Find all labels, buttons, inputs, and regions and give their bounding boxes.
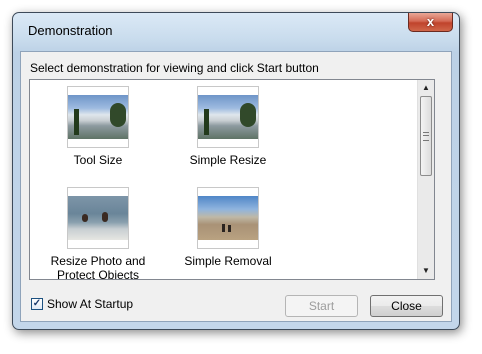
demo-item-simple-removal[interactable]: Simple Removal — [163, 187, 293, 268]
show-at-startup-checkbox[interactable]: ✓ — [31, 298, 43, 310]
window-close-button[interactable]: x — [408, 13, 453, 32]
demo-item-tool-size[interactable]: Tool Size — [33, 86, 163, 167]
demo-label: Simple Removal — [184, 254, 272, 268]
demo-label: Resize Photo and Protect Objects — [50, 254, 146, 280]
dialog-body: Select demonstration for viewing and cli… — [20, 51, 452, 322]
list-scrollbar[interactable]: ▲ ▼ — [417, 80, 434, 279]
window-title: Demonstration — [28, 23, 113, 38]
mountain-lake-thumbnail — [67, 86, 129, 148]
start-button[interactable]: Start — [285, 295, 358, 317]
show-at-startup-option[interactable]: ✓ Show At Startup — [31, 297, 133, 311]
demo-item-simple-resize[interactable]: Simple Resize — [163, 86, 293, 167]
demonstration-dialog: Demonstration x Select demonstration for… — [12, 12, 460, 330]
swimmers-beach-thumbnail — [67, 187, 129, 249]
demo-label: Simple Resize — [189, 153, 267, 167]
close-button[interactable]: Close — [370, 295, 443, 317]
mountain-lake-thumbnail — [197, 86, 259, 148]
scrollbar-thumb[interactable] — [420, 96, 432, 176]
instruction-text: Select demonstration for viewing and cli… — [30, 61, 319, 75]
desert-hikers-thumbnail — [197, 187, 259, 249]
scroll-up-arrow-icon[interactable]: ▲ — [418, 80, 434, 96]
show-at-startup-label: Show At Startup — [47, 297, 134, 311]
demo-item-resize-photo-protect[interactable]: Resize Photo and Protect Objects — [33, 187, 163, 280]
scroll-down-arrow-icon[interactable]: ▼ — [418, 263, 434, 279]
grip-icon — [423, 132, 429, 141]
demo-label: Tool Size — [73, 153, 123, 167]
demo-list[interactable]: Tool Size Simple Resize Resize Photo and… — [29, 79, 435, 280]
